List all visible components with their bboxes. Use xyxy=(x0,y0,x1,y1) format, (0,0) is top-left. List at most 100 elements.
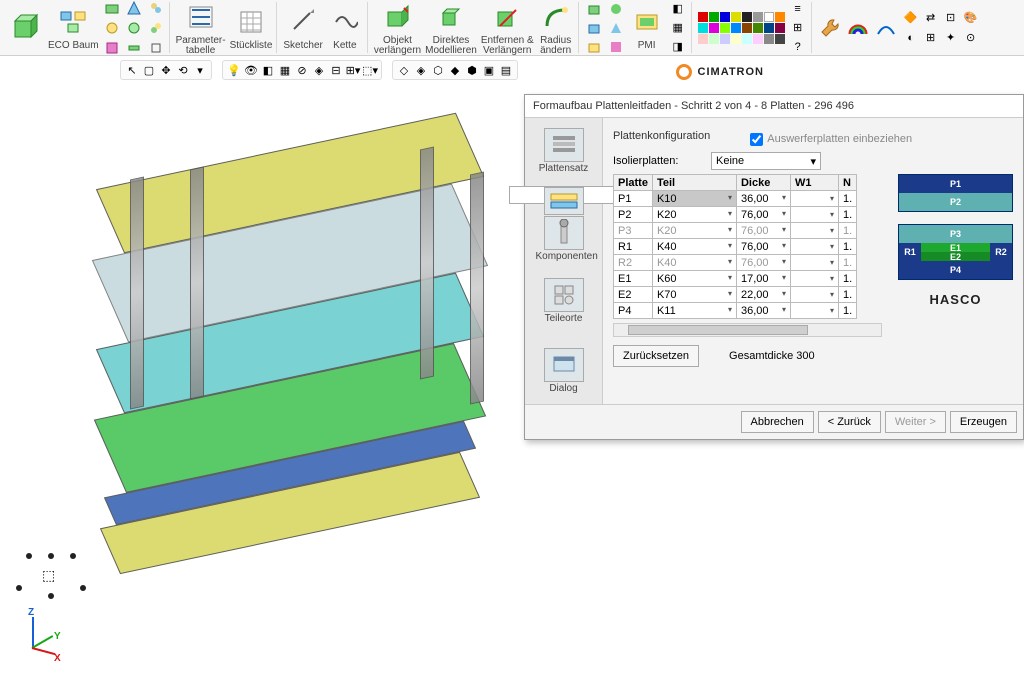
plate-row-P1[interactable]: P1K1036,001. xyxy=(614,191,857,207)
sel-arrow-icon[interactable]: ↖ xyxy=(125,63,139,77)
side-platten[interactable]: Platten xyxy=(509,186,619,204)
plate-row-R1[interactable]: R1K4076,001. xyxy=(614,239,857,255)
table-hscroll[interactable] xyxy=(613,323,882,337)
cell-w1[interactable] xyxy=(790,191,838,207)
tool-c[interactable]: ⊡ xyxy=(942,9,960,27)
sm-icon-7[interactable] xyxy=(147,0,165,17)
side-komponenten[interactable]: Komponenten xyxy=(531,212,597,266)
misc-2[interactable] xyxy=(585,19,603,37)
cell-teil[interactable]: K70 xyxy=(652,287,736,303)
tool-b[interactable]: ⇄ xyxy=(922,9,940,27)
view-6[interactable]: ▣ xyxy=(482,63,496,77)
view-4[interactable]: ◆ xyxy=(448,63,462,77)
disp-cube-icon[interactable]: ⬚▾ xyxy=(363,63,377,77)
sm-icon-5[interactable] xyxy=(125,19,143,37)
sel-box-icon[interactable]: ▢ xyxy=(142,63,156,77)
plate-row-P4[interactable]: P4K1136,001. xyxy=(614,303,857,319)
view-3[interactable]: ⬡ xyxy=(431,63,445,77)
ejector-check-input[interactable] xyxy=(750,133,763,146)
cell-w1[interactable] xyxy=(790,207,838,223)
disp-wire-icon[interactable]: ▦ xyxy=(278,63,292,77)
sm-icon-6[interactable] xyxy=(125,39,143,57)
sel-more-icon[interactable]: ▾ xyxy=(193,63,207,77)
sketch-icon[interactable] xyxy=(285,4,321,40)
param-icon[interactable] xyxy=(183,0,219,35)
cell-teil[interactable]: K40 xyxy=(652,239,736,255)
sm-icon-4[interactable] xyxy=(125,0,143,17)
tool-curve-icon[interactable] xyxy=(874,16,898,40)
side-plattensatz[interactable]: Plattensatz xyxy=(531,124,597,178)
tool-a[interactable]: 🔶 xyxy=(902,9,920,27)
disp-iso-icon[interactable]: ◈ xyxy=(312,63,326,77)
cell-dicke[interactable]: 17,00 xyxy=(736,271,790,287)
stueck-icon[interactable] xyxy=(233,4,269,40)
misc-4[interactable] xyxy=(607,0,625,18)
cell-teil[interactable]: K40 xyxy=(652,255,736,271)
tool-e[interactable]: ◐ xyxy=(902,29,920,47)
tool-h[interactable]: ⊙ xyxy=(962,29,980,47)
disp-bulb-icon[interactable]: 💡 xyxy=(227,63,241,77)
direkt-icon[interactable] xyxy=(433,0,469,35)
plate-row-P2[interactable]: P2K2076,001. xyxy=(614,207,857,223)
cell-w1[interactable] xyxy=(790,255,838,271)
misc-1[interactable] xyxy=(585,0,603,18)
cell-teil[interactable]: K20 xyxy=(652,223,736,239)
tool-wrench-icon[interactable] xyxy=(818,16,842,40)
plate-row-E1[interactable]: E1K6017,001. xyxy=(614,271,857,287)
cell-w1[interactable] xyxy=(790,287,838,303)
cell-dicke[interactable]: 76,00 xyxy=(736,239,790,255)
create-button[interactable]: Erzeugen xyxy=(950,411,1017,433)
misc-6[interactable] xyxy=(607,38,625,56)
cell-dicke[interactable]: 76,00 xyxy=(736,255,790,271)
plate-row-P3[interactable]: P3K2076,001. xyxy=(614,223,857,239)
pmi-icon[interactable] xyxy=(629,4,665,40)
tool-g[interactable]: ✦ xyxy=(942,29,960,47)
sm-icon-9[interactable] xyxy=(147,39,165,57)
misc-8[interactable]: ▦ xyxy=(669,19,687,37)
plate-row-E2[interactable]: E2K7022,001. xyxy=(614,287,857,303)
reset-button[interactable]: Zurücksetzen xyxy=(613,345,699,367)
entfernen-icon[interactable] xyxy=(489,0,525,35)
view-7[interactable]: ▤ xyxy=(499,63,513,77)
plate-row-R2[interactable]: R2K4076,001. xyxy=(614,255,857,271)
cell-teil[interactable]: K60 xyxy=(652,271,736,287)
ejector-checkbox[interactable]: Auswerferplatten einbeziehen xyxy=(750,133,912,146)
view-1[interactable]: ◇ xyxy=(397,63,411,77)
cell-w1[interactable] xyxy=(790,223,838,239)
tool-d[interactable]: 🎨 xyxy=(962,9,980,27)
sm-icon-2[interactable] xyxy=(103,19,121,37)
cell-teil[interactable]: K10 xyxy=(652,191,736,207)
color-palette[interactable] xyxy=(698,12,785,44)
sm-icon-3[interactable] xyxy=(103,39,121,57)
side-teileorte[interactable]: Teileorte xyxy=(531,274,597,328)
disp-eye-icon[interactable]: 👁 xyxy=(244,63,258,77)
disp-hide-icon[interactable]: ⊘ xyxy=(295,63,309,77)
eco-baum-icon[interactable] xyxy=(55,4,91,40)
tool-f[interactable]: ⊞ xyxy=(922,29,940,47)
misc-7[interactable]: ◧ xyxy=(669,0,687,18)
misc-3[interactable] xyxy=(585,38,603,56)
kette-icon[interactable] xyxy=(327,4,363,40)
cell-dicke[interactable]: 36,00 xyxy=(736,191,790,207)
radius-icon[interactable] xyxy=(538,0,574,35)
cancel-button[interactable]: Abbrechen xyxy=(741,411,814,433)
view-navpad[interactable]: ⬚ xyxy=(16,553,86,603)
cell-dicke[interactable]: 76,00 xyxy=(736,207,790,223)
disp-shade-icon[interactable]: ◧ xyxy=(261,63,275,77)
cell-dicke[interactable]: 22,00 xyxy=(736,287,790,303)
obj-icon[interactable] xyxy=(379,0,415,35)
tool-rainbow-icon[interactable] xyxy=(846,16,870,40)
cell-dicke[interactable]: 76,00 xyxy=(736,223,790,239)
color-tool-1[interactable]: ≡ xyxy=(789,0,807,18)
side-dialog[interactable]: Dialog xyxy=(531,344,597,398)
sel-move-icon[interactable]: ✥ xyxy=(159,63,173,77)
sm-icon-1[interactable] xyxy=(103,0,121,17)
misc-9[interactable]: ◨ xyxy=(669,38,687,56)
disp-grid-icon[interactable]: ⊞▾ xyxy=(346,63,360,77)
cell-teil[interactable]: K20 xyxy=(652,207,736,223)
color-tool-3[interactable]: ? xyxy=(789,38,807,56)
cell-teil[interactable]: K11 xyxy=(652,303,736,319)
disp-sec-icon[interactable]: ⊟ xyxy=(329,63,343,77)
ribbon-cube-icon[interactable] xyxy=(8,10,44,46)
back-button[interactable]: < Zurück xyxy=(818,411,881,433)
